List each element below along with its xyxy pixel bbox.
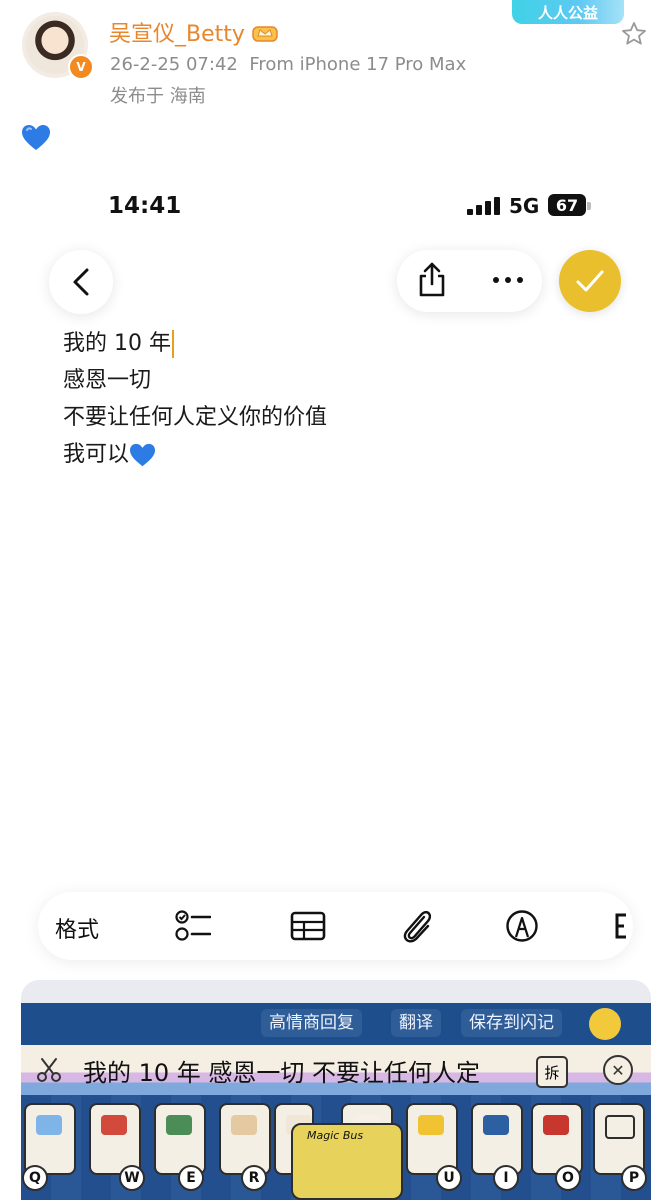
note-actions <box>397 250 542 312</box>
post-timestamp: 26-2-25 07:42 <box>110 54 238 75</box>
key-i[interactable]: I <box>471 1103 523 1191</box>
crown-icon <box>252 26 278 42</box>
text-cursor <box>171 330 174 358</box>
verified-badge: V <box>68 54 94 80</box>
status-time: 14:41 <box>108 193 182 219</box>
magic-bus-decoration: Magic Bus <box>291 1123 403 1200</box>
scissors-icon[interactable] <box>36 1057 62 1083</box>
checkmark-icon <box>576 270 604 292</box>
share-icon[interactable] <box>417 262 447 298</box>
eq-reply-chip[interactable]: 高情商回复 <box>261 1009 362 1037</box>
key-decoration <box>231 1115 257 1135</box>
candidate-text[interactable]: 我的 10 年 感恩一切 不要让任何人定 <box>83 1053 480 1088</box>
note-line: 我可以 <box>63 436 327 473</box>
username[interactable]: 吴宣仪_Betty <box>109 16 279 48</box>
more-tools-icon[interactable] <box>614 909 628 943</box>
key-p[interactable]: P <box>593 1103 647 1191</box>
back-button[interactable] <box>49 250 113 314</box>
emoji-face-icon[interactable] <box>589 1008 621 1040</box>
key-decoration <box>101 1115 127 1135</box>
avatar[interactable]: V <box>22 12 94 80</box>
attachment-icon[interactable] <box>400 909 434 945</box>
embedded-screenshot[interactable]: 14:41 5G 67 我的 10 年 感恩一切 不要让任何人定义你的价值 我可… <box>21 175 651 1200</box>
key-letter: U <box>436 1165 462 1191</box>
key-letter: Q <box>22 1165 48 1191</box>
key-letter: E <box>178 1165 204 1191</box>
battery-indicator: 67 <box>548 194 586 216</box>
checklist-icon[interactable] <box>175 909 211 943</box>
post-source: From iPhone 17 Pro Max <box>249 54 467 75</box>
key-letter: O <box>555 1165 581 1191</box>
close-icon[interactable]: ✕ <box>603 1055 633 1085</box>
note-line: 感恩一切 <box>63 368 152 393</box>
note-line: 不要让任何人定义你的价值 <box>63 405 328 430</box>
signal-icon <box>467 197 500 215</box>
key-letter: I <box>493 1165 519 1191</box>
key-decoration <box>418 1115 444 1135</box>
save-note-chip[interactable]: 保存到闪记 <box>461 1009 562 1037</box>
key-o[interactable]: O <box>531 1103 583 1191</box>
table-icon[interactable] <box>290 909 326 943</box>
post-location: 发布于 海南 <box>110 86 206 107</box>
note-line-text: 我可以 <box>63 442 130 467</box>
battery-tip <box>587 202 591 210</box>
network-label: 5G <box>509 194 540 218</box>
format-button[interactable]: 格式 <box>55 912 99 944</box>
bus-label: Magic Bus <box>307 1129 364 1142</box>
format-toolbar: 格式 <box>38 892 633 960</box>
key-letter: R <box>241 1165 267 1191</box>
more-icon[interactable] <box>491 270 525 290</box>
key-decoration <box>483 1115 509 1135</box>
charity-banner-text: 人人公益 <box>537 3 598 22</box>
note-line-text: 我的 10 年 <box>63 331 171 356</box>
key-letter: P <box>621 1165 647 1191</box>
star-icon[interactable] <box>620 20 648 48</box>
post-meta: 26-2-25 07:42 From iPhone 17 Pro Max <box>110 54 466 75</box>
keyboard-toolbar: 高情商回复 翻译 保存到闪记 <box>21 1003 651 1045</box>
key-decoration <box>36 1115 62 1135</box>
key-e[interactable]: E <box>154 1103 206 1191</box>
blue-heart-icon <box>22 125 50 150</box>
key-decoration <box>166 1115 192 1135</box>
key-letter: W <box>119 1165 145 1191</box>
charity-banner[interactable]: 人人公益 <box>512 0 624 24</box>
note-line: 我的 10 年 <box>63 325 327 362</box>
key-u[interactable]: U <box>406 1103 462 1191</box>
key-decoration <box>605 1115 635 1139</box>
key-r[interactable]: R <box>219 1103 271 1191</box>
note-body[interactable]: 我的 10 年 感恩一切 不要让任何人定义你的价值 我可以 <box>63 325 327 473</box>
blue-heart-icon <box>130 443 156 466</box>
key-w[interactable]: W <box>89 1103 145 1191</box>
done-button[interactable] <box>559 250 621 312</box>
chevron-left-icon <box>73 268 89 296</box>
candidate-bar: 我的 10 年 感恩一切 不要让任何人定 拆 ✕ <box>21 1045 651 1095</box>
key-q[interactable]: Q <box>22 1103 76 1191</box>
markup-icon[interactable] <box>505 909 539 943</box>
translate-chip[interactable]: 翻译 <box>391 1009 441 1037</box>
key-decoration <box>543 1115 569 1135</box>
split-button[interactable]: 拆 <box>536 1056 568 1088</box>
username-text: 吴宣仪_Betty <box>109 22 245 47</box>
